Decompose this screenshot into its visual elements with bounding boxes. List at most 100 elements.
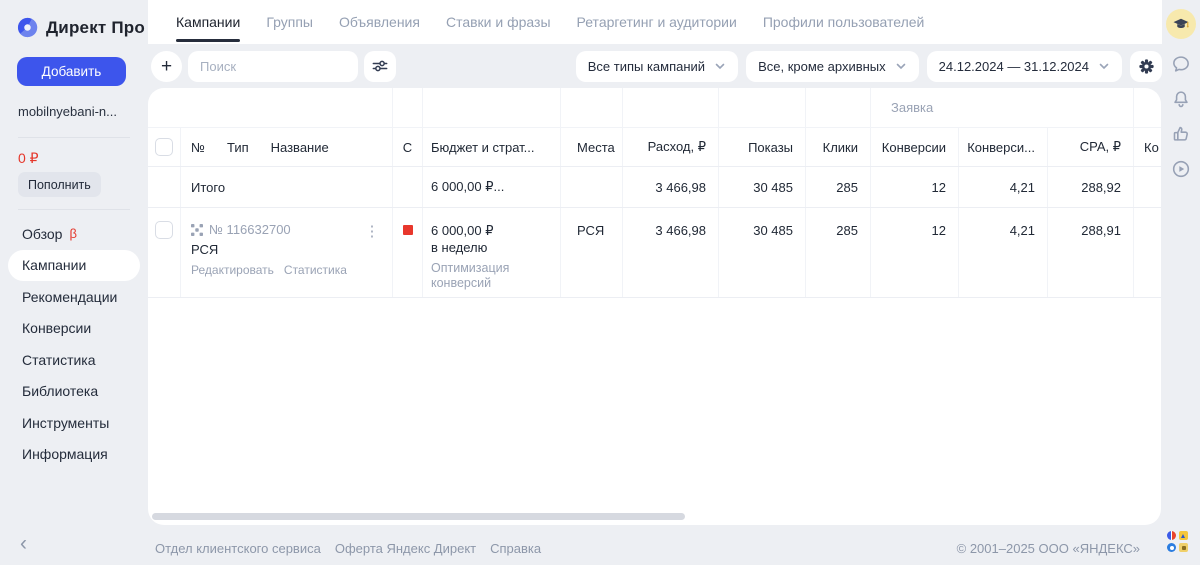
header-clicks[interactable]: Клики xyxy=(805,128,870,166)
totals-places-cell xyxy=(560,167,622,207)
footer-link-support[interactable]: Отдел клиентского сервиса xyxy=(155,541,321,556)
totals-clicks-cell: 285 xyxy=(805,167,870,207)
header-truncated-label: Ко xyxy=(1144,139,1159,155)
search-box xyxy=(188,50,358,82)
totals-clicks: 285 xyxy=(836,179,858,195)
footer: ‹ Отдел клиентского сервиса Оферта Яндек… xyxy=(0,525,1200,565)
sidebar-item-label: Статистика xyxy=(22,351,96,368)
clicks-value: 285 xyxy=(836,223,858,238)
date-range-picker[interactable]: 24.12.2024 — 31.12.2024 xyxy=(926,50,1122,82)
sidebar-divider xyxy=(18,137,130,138)
table-settings-button[interactable] xyxy=(1130,50,1162,82)
tab-campaigns[interactable]: Кампании xyxy=(176,0,241,44)
topup-button[interactable]: Пополнить xyxy=(18,172,101,197)
filter-button[interactable] xyxy=(364,50,396,82)
tab-retargeting[interactable]: Ретаргетинг и аудитории xyxy=(577,0,737,44)
header-status[interactable]: С xyxy=(392,128,422,166)
header-budget[interactable]: Бюджет и страт... xyxy=(422,128,560,166)
group-cell-empty xyxy=(1133,88,1161,127)
chat-button[interactable] xyxy=(1169,52,1193,76)
totals-label-cell: Итого xyxy=(180,167,392,207)
tab-label: Кампании xyxy=(176,14,241,30)
tab-user-profiles[interactable]: Профили пользователей xyxy=(763,0,925,44)
sidebar-item-information[interactable]: Информация xyxy=(8,439,140,471)
header-title[interactable]: Название xyxy=(271,140,329,155)
sidebar-item-overview[interactable]: Обзор β xyxy=(8,218,140,250)
tab-groups[interactable]: Группы xyxy=(266,0,313,44)
sidebar: Директ Про Добавить mobilnyebani-n... 0 … xyxy=(0,0,148,565)
archive-filter[interactable]: Все, кроме архивных xyxy=(746,50,919,82)
sidebar-item-conversions[interactable]: Конверсии xyxy=(8,313,140,345)
toolbar-filters: Все типы кампаний Все, кроме архивных 24… xyxy=(575,50,1162,82)
row-checkbox[interactable] xyxy=(155,221,173,239)
totals-status-cell xyxy=(392,167,422,207)
campaign-actions: Редактировать Статистика xyxy=(191,257,392,277)
status-stopped-indicator[interactable] xyxy=(402,225,413,235)
header-spend[interactable]: Расход, ₽ xyxy=(622,128,718,166)
group-cell-empty xyxy=(148,88,392,127)
edit-link[interactable]: Редактировать xyxy=(191,263,274,277)
app-logo[interactable]: Директ Про xyxy=(16,16,145,39)
sidebar-item-tools[interactable]: Инструменты xyxy=(8,407,140,439)
horizontal-scrollbar[interactable] xyxy=(152,513,685,520)
header-conversions[interactable]: Конверсии xyxy=(870,128,958,166)
service-icon-1 xyxy=(1167,531,1176,540)
header-conv-rate-label: Конверси... xyxy=(967,139,1035,155)
group-cell-empty xyxy=(422,88,560,127)
yandex-services-icon[interactable] xyxy=(1167,531,1188,552)
group-cell-empty xyxy=(718,88,805,127)
kebab-menu-icon[interactable]: ⋮ xyxy=(362,220,382,242)
footer-link-offer[interactable]: Оферта Яндекс Директ xyxy=(335,541,476,556)
header-impressions[interactable]: Показы xyxy=(718,128,805,166)
table-group-header-row: Заявка xyxy=(148,88,1161,128)
search-input[interactable] xyxy=(200,58,346,74)
collapse-sidebar-button[interactable]: ‹ xyxy=(20,532,27,556)
bell-icon xyxy=(1173,91,1188,108)
totals-impressions-cell: 30 485 xyxy=(718,167,805,207)
footer-links: Отдел клиентского сервиса Оферта Яндекс … xyxy=(155,541,541,556)
campaign-cell: № 116632700 РСЯ Редактировать Статистика… xyxy=(180,208,392,297)
cpa-cell: 288,91 xyxy=(1047,208,1133,297)
add-button[interactable]: Добавить xyxy=(17,57,126,86)
header-spend-label: Расход, ₽ xyxy=(647,139,706,154)
statistics-link[interactable]: Статистика xyxy=(284,263,347,277)
header-truncated: Ко xyxy=(1133,128,1161,166)
header-number[interactable]: № xyxy=(191,140,205,155)
campaign-type-filter[interactable]: Все типы кампаний xyxy=(575,50,739,82)
add-campaign-button[interactable]: + xyxy=(151,50,182,82)
sidebar-item-label: Инструменты xyxy=(22,414,110,431)
budget-amount: 6 000,00 ₽ xyxy=(431,223,494,238)
sidebar-item-recommendations[interactable]: Рекомендации xyxy=(8,281,140,313)
sidebar-item-library[interactable]: Библиотека xyxy=(8,376,140,408)
header-type[interactable]: Тип xyxy=(227,140,249,155)
notifications-button[interactable] xyxy=(1169,87,1193,111)
header-cpa[interactable]: CPA, ₽ xyxy=(1047,128,1133,166)
network-icon xyxy=(191,223,203,236)
learning-button[interactable] xyxy=(1165,9,1196,39)
header-places[interactable]: Места xyxy=(560,128,622,166)
gear-icon xyxy=(1138,58,1154,74)
filter-value: Все типы кампаний xyxy=(587,58,706,74)
campaign-number[interactable]: № 116632700 xyxy=(209,222,291,237)
select-all-checkbox[interactable] xyxy=(155,138,173,156)
sidebar-item-statistics[interactable]: Статистика xyxy=(8,344,140,376)
tab-ads[interactable]: Объявления xyxy=(339,0,420,44)
footer-link-help[interactable]: Справка xyxy=(490,541,541,556)
header-clicks-label: Клики xyxy=(822,139,858,155)
feedback-button[interactable] xyxy=(1169,122,1193,146)
row-checkbox-cell xyxy=(148,208,180,297)
truncated-cell xyxy=(1133,208,1161,297)
sidebar-item-campaigns[interactable]: Кампании xyxy=(8,249,140,281)
header-conversions-label: Конверсии xyxy=(881,139,946,155)
budget-period: в неделю xyxy=(431,240,488,255)
totals-conversions-cell: 12 xyxy=(870,167,958,207)
sidebar-item-label: Кампании xyxy=(22,257,87,274)
clicks-cell: 285 xyxy=(805,208,870,297)
header-conv-rate[interactable]: Конверси... xyxy=(958,128,1047,166)
tab-label: Ретаргетинг и аудитории xyxy=(576,14,737,30)
tab-bids-phrases[interactable]: Ставки и фразы xyxy=(446,0,551,44)
video-tutorials-button[interactable] xyxy=(1169,157,1193,181)
sidebar-divider xyxy=(18,209,130,210)
totals-label: Итого xyxy=(191,179,226,195)
account-name[interactable]: mobilnyebani-n... xyxy=(18,104,117,119)
